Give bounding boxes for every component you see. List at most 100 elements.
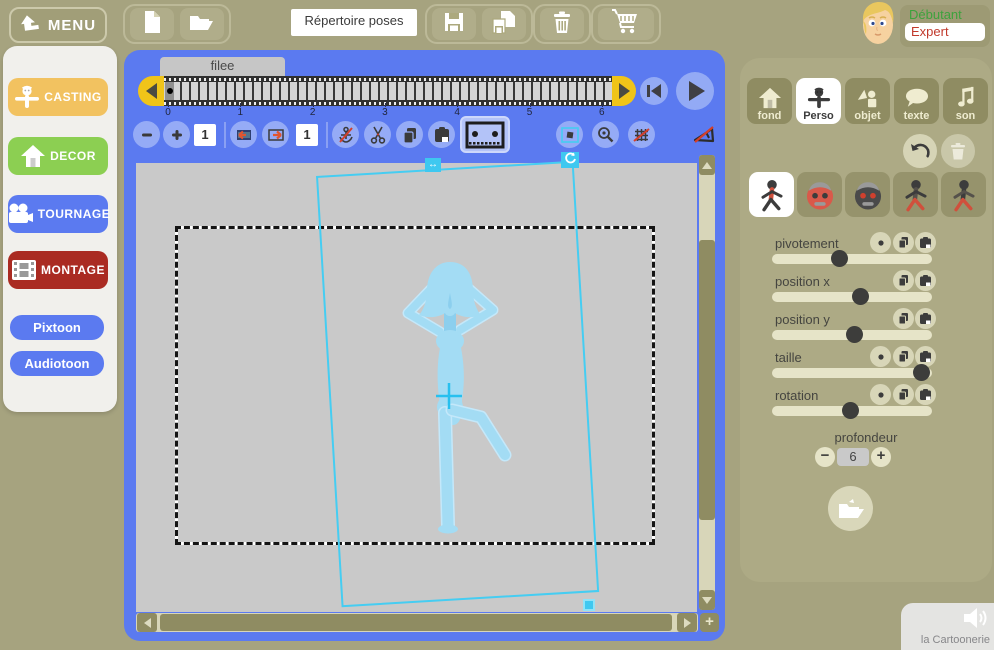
scroll-down-button[interactable] [699, 590, 715, 610]
reset-taille-button[interactable] [870, 346, 891, 367]
frame-count-input[interactable]: 1 [194, 124, 216, 146]
canvas-zoom-in-button[interactable]: + [700, 613, 719, 632]
sound-mute-button[interactable] [690, 121, 717, 148]
shift-frames-right-button[interactable] [262, 121, 289, 148]
speaker-icon[interactable] [960, 605, 990, 636]
slider-thumb-position-x[interactable] [852, 288, 869, 305]
filmstrip-frames [164, 82, 612, 100]
grid-toggle-button[interactable] [628, 121, 655, 148]
tab-fond[interactable]: fond [747, 78, 792, 124]
go-to-start-button[interactable] [640, 77, 668, 105]
delete-button[interactable] [540, 8, 584, 40]
horizontal-scrollbar[interactable] [136, 613, 698, 632]
timeline-scroll-right-button[interactable] [612, 76, 636, 106]
paste-position-x-button[interactable] [915, 270, 936, 291]
sidebar-item-tournage[interactable]: TOURNAGE [8, 195, 110, 233]
paste-position-y-button[interactable] [915, 308, 936, 329]
slider-track-taille[interactable] [772, 364, 932, 381]
horizontal-scroll-thumb[interactable] [160, 614, 672, 631]
depth-value[interactable]: 6 [837, 448, 869, 466]
copy-pivotement-button[interactable] [893, 232, 914, 253]
vertical-scroll-thumb[interactable] [699, 240, 715, 520]
vertical-scrollbar[interactable] [699, 155, 715, 610]
depth-decrease-button[interactable]: − [815, 447, 835, 467]
scroll-left-button[interactable] [137, 613, 157, 632]
slider-thumb-taille[interactable] [912, 364, 930, 381]
character-thumb-pumpkin-red-face[interactable] [797, 172, 842, 217]
menu-button[interactable]: MENU [9, 7, 107, 43]
slider-track-rotation[interactable] [772, 402, 932, 419]
shop-button[interactable] [598, 8, 654, 40]
level-expert-selected[interactable]: Expert [905, 23, 985, 41]
level-debutant-label[interactable]: Débutant [905, 7, 985, 22]
current-frame-marker[interactable] [165, 82, 174, 100]
slider-track-position-x[interactable] [772, 288, 932, 305]
character-thumb-stick-red-leg[interactable] [893, 172, 938, 217]
frame-view-toggle-selected[interactable] [460, 116, 510, 153]
slider-thumb-position-y[interactable] [845, 326, 863, 343]
slider-track-position-y[interactable] [772, 326, 932, 343]
remove-frame-button[interactable] [133, 121, 160, 148]
skip-to-start-icon [647, 84, 661, 98]
new-document-button[interactable] [130, 8, 174, 40]
copy-taille-button[interactable] [893, 346, 914, 367]
insert-count-input[interactable]: 1 [296, 124, 318, 146]
save-copy-button[interactable] [482, 8, 526, 40]
scroll-right-button[interactable] [677, 613, 697, 632]
copy-position-y-button[interactable] [893, 308, 914, 329]
add-frame-button[interactable] [163, 121, 190, 148]
depth-increase-button[interactable]: + [871, 447, 891, 467]
paste-button[interactable] [428, 121, 455, 148]
scale-horizontal-handle[interactable]: ↔ [425, 158, 441, 172]
timeline-scroll-left-button[interactable] [138, 76, 164, 106]
user-avatar[interactable] [858, 1, 898, 53]
open-folder-button[interactable] [180, 8, 224, 40]
new-document-icon [141, 10, 163, 39]
trash-icon [551, 10, 573, 39]
sidebar-item-montage[interactable]: MONTAGE [8, 251, 108, 289]
tab-objet[interactable]: objet [845, 78, 890, 124]
character-thumb-stick-red-torso[interactable] [749, 172, 794, 217]
sidebar-tool-pixtoon[interactable]: Pixtoon [10, 315, 104, 340]
zoom-tool-button[interactable] [592, 121, 619, 148]
sidebar-tool-audiotoon[interactable]: Audiotoon [10, 351, 104, 376]
save-button[interactable] [432, 8, 476, 40]
unlock-anchor-button[interactable] [332, 121, 359, 148]
cart-icon [611, 8, 641, 40]
sidebar-item-decor[interactable]: DECOR [8, 137, 108, 175]
timeline-number: 5 [526, 107, 533, 118]
delete-character-button[interactable] [941, 134, 975, 168]
selection-frame-tool-button[interactable] [556, 121, 583, 148]
character-thumb-stick-red-legs[interactable] [941, 172, 986, 217]
music-note-icon [954, 85, 976, 109]
selection-bounding-box[interactable] [316, 160, 600, 608]
copy-position-x-button[interactable] [893, 270, 914, 291]
reset-rotation-button[interactable] [870, 384, 891, 405]
timeline-tab[interactable]: filee [160, 57, 285, 77]
sidebar-item-casting[interactable]: CASTING [8, 78, 108, 116]
slider-thumb-pivotement[interactable] [831, 250, 849, 267]
paste-rotation-button[interactable] [915, 384, 936, 405]
shift-frames-left-button[interactable] [230, 121, 257, 148]
reset-pivotement-button[interactable] [870, 232, 891, 253]
cut-button[interactable] [364, 121, 391, 148]
open-folder-icon [838, 499, 864, 518]
tab-son[interactable]: son [943, 78, 988, 124]
copy-button[interactable] [396, 121, 423, 148]
character-thumb-pumpkin-dark-face[interactable] [845, 172, 890, 217]
play-button[interactable] [676, 72, 714, 110]
tab-texte[interactable]: texte [894, 78, 939, 124]
paste-pivotement-button[interactable] [915, 232, 936, 253]
tab-perso[interactable]: Perso [796, 78, 841, 124]
copy-rotation-button[interactable] [893, 384, 914, 405]
undo-button[interactable] [903, 134, 937, 168]
slider-thumb-rotation[interactable] [842, 402, 860, 419]
sidebar-item-label: CASTING [44, 90, 102, 104]
scale-corner-handle[interactable] [583, 599, 595, 611]
poses-library-button[interactable]: Répertoire poses [291, 9, 417, 36]
scroll-up-button[interactable] [699, 155, 715, 175]
rotate-handle[interactable] [561, 152, 579, 168]
timeline-filmstrip[interactable] [164, 76, 612, 106]
slider-track-pivotement[interactable] [772, 250, 932, 267]
open-library-button[interactable] [828, 486, 873, 531]
